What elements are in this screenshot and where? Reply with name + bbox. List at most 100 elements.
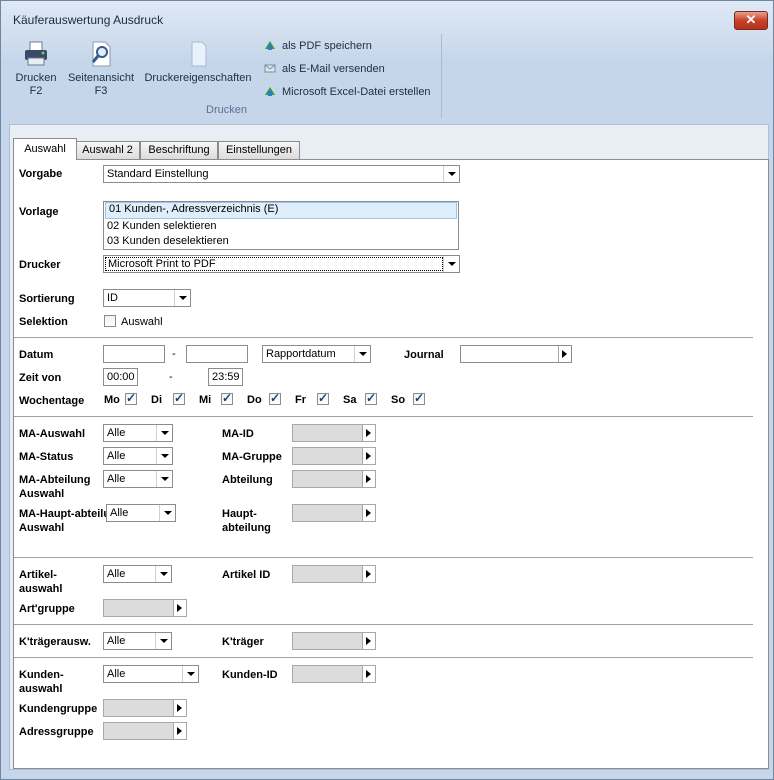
ma-gruppe-picker[interactable]: [292, 447, 376, 465]
day-checkbox-mi[interactable]: [221, 391, 233, 405]
datum-to-input[interactable]: [186, 345, 248, 363]
day-label-do: Do: [247, 394, 262, 406]
chevron-down-icon[interactable]: [354, 346, 370, 362]
kunden-select[interactable]: Alle: [103, 665, 199, 683]
kundengruppe-picker[interactable]: [103, 699, 187, 717]
chevron-down-icon[interactable]: [159, 505, 175, 521]
sortierung-label: Sortierung: [19, 293, 75, 305]
hauptabteilung-label: Haupt-abteilung: [222, 508, 271, 534]
chevron-down-icon[interactable]: [182, 666, 198, 682]
hauptabteilung-picker[interactable]: [292, 504, 376, 522]
chevron-right-icon[interactable]: [362, 425, 375, 441]
ma-status-select[interactable]: Alle: [103, 447, 173, 465]
artikel-id-label: Artikel ID: [222, 569, 271, 581]
ma-auswahl-label: MA-Auswahl: [19, 428, 85, 440]
chevron-down-icon[interactable]: [174, 290, 190, 306]
list-item[interactable]: 03 Kunden deselektieren: [104, 234, 458, 249]
tab-auswahl-2[interactable]: Auswahl 2: [75, 141, 140, 159]
print-button[interactable]: Drucken F2: [14, 40, 58, 98]
ktraeger-ausw-label: K'trägerausw.: [19, 636, 91, 648]
pdf-icon: [265, 41, 275, 50]
tab-auswahl[interactable]: Auswahl: [13, 138, 77, 160]
abteilung-label: Abteilung: [222, 474, 273, 486]
save-pdf-button[interactable]: als PDF speichern: [264, 39, 372, 52]
chevron-right-icon[interactable]: [362, 448, 375, 464]
chevron-down-icon[interactable]: [156, 448, 172, 464]
zeit-label: Zeit von: [19, 372, 62, 384]
zeit-dash: -: [169, 371, 173, 383]
datum-label: Datum: [19, 349, 54, 361]
zeit-to-input[interactable]: 23:59: [208, 368, 243, 386]
wochentage-label: Wochentage: [19, 395, 85, 407]
datum-from-input[interactable]: [103, 345, 165, 363]
send-email-button[interactable]: als E-Mail versenden: [264, 62, 385, 75]
kunden-id-label: Kunden-ID: [222, 669, 278, 681]
ma-abteilung-label: MA-Abteilung Auswahl: [19, 474, 91, 500]
chevron-down-icon[interactable]: [155, 566, 171, 582]
day-checkbox-so[interactable]: [413, 391, 425, 405]
list-item[interactable]: 01 Kunden-, Adressverzeichnis (E): [105, 202, 457, 219]
journal-picker[interactable]: [460, 345, 572, 363]
abteilung-picker[interactable]: [292, 470, 376, 488]
chevron-right-icon[interactable]: [173, 723, 186, 739]
datum-dash: -: [172, 348, 176, 360]
drucker-select[interactable]: Microsoft Print to PDF: [103, 255, 460, 273]
selektion-checkbox[interactable]: [104, 315, 116, 327]
ma-auswahl-select[interactable]: Alle: [103, 424, 173, 442]
ma-haupt-select[interactable]: Alle: [106, 504, 176, 522]
chevron-right-icon[interactable]: [362, 633, 375, 649]
chevron-right-icon[interactable]: [173, 600, 186, 616]
ma-id-label: MA-ID: [222, 428, 254, 440]
tab-beschriftung[interactable]: Beschriftung: [140, 141, 218, 159]
preview-button[interactable]: Seitenansicht F3: [66, 40, 136, 98]
list-item[interactable]: 02 Kunden selektieren: [104, 219, 458, 234]
ma-abteilung-select[interactable]: Alle: [103, 470, 173, 488]
zeit-from-input[interactable]: 00:00: [103, 368, 138, 386]
day-checkbox-do[interactable]: [269, 391, 281, 405]
vorlage-list[interactable]: 01 Kunden-, Adressverzeichnis (E) 02 Kun…: [103, 201, 459, 250]
document-icon: [191, 41, 207, 67]
ma-id-picker[interactable]: [292, 424, 376, 442]
ktraeger-ausw-select[interactable]: Alle: [103, 632, 172, 650]
ribbon-separator: [441, 34, 442, 118]
divider: [14, 416, 753, 417]
divider: [14, 624, 753, 625]
day-checkbox-di[interactable]: [173, 391, 185, 405]
chevron-right-icon[interactable]: [362, 471, 375, 487]
artgruppe-picker[interactable]: [103, 599, 187, 617]
day-label-so: So: [391, 394, 406, 406]
chevron-down-icon[interactable]: [443, 166, 459, 182]
day-label-mo: Mo: [104, 394, 120, 406]
sortierung-select[interactable]: ID: [103, 289, 191, 307]
day-checkbox-sa[interactable]: [365, 391, 377, 405]
vorlage-label: Vorlage: [19, 206, 59, 218]
divider: [14, 557, 753, 558]
kunden-id-picker[interactable]: [292, 665, 376, 683]
chevron-right-icon[interactable]: [362, 566, 375, 582]
artikel-select[interactable]: Alle: [103, 565, 172, 583]
chevron-down-icon[interactable]: [443, 256, 459, 272]
day-checkbox-fr[interactable]: [317, 391, 329, 405]
artikel-id-picker[interactable]: [292, 565, 376, 583]
chevron-down-icon[interactable]: [156, 471, 172, 487]
ktraeger-picker[interactable]: [292, 632, 376, 650]
adressgruppe-picker[interactable]: [103, 722, 187, 740]
day-label-sa: Sa: [343, 394, 357, 406]
create-excel-button[interactable]: Microsoft Excel-Datei erstellen: [264, 85, 431, 98]
chevron-down-icon[interactable]: [155, 633, 171, 649]
vorgabe-select[interactable]: Standard Einstellung: [103, 165, 460, 183]
chevron-down-icon[interactable]: [156, 425, 172, 441]
tab-einstellungen[interactable]: Einstellungen: [218, 141, 300, 159]
artikel-label: Artikel-auswahl: [19, 569, 63, 595]
close-button[interactable]: ✕: [734, 11, 768, 30]
divider: [14, 657, 753, 658]
chevron-right-icon[interactable]: [558, 346, 571, 362]
chevron-right-icon[interactable]: [362, 666, 375, 682]
chevron-right-icon[interactable]: [173, 700, 186, 716]
chevron-right-icon[interactable]: [362, 505, 375, 521]
datum-type-select[interactable]: Rapportdatum: [262, 345, 371, 363]
email-icon: [264, 64, 276, 73]
divider: [14, 337, 753, 338]
day-checkbox-mo[interactable]: [125, 391, 137, 405]
printer-properties-button[interactable]: Druckereigenschaften: [144, 40, 252, 85]
